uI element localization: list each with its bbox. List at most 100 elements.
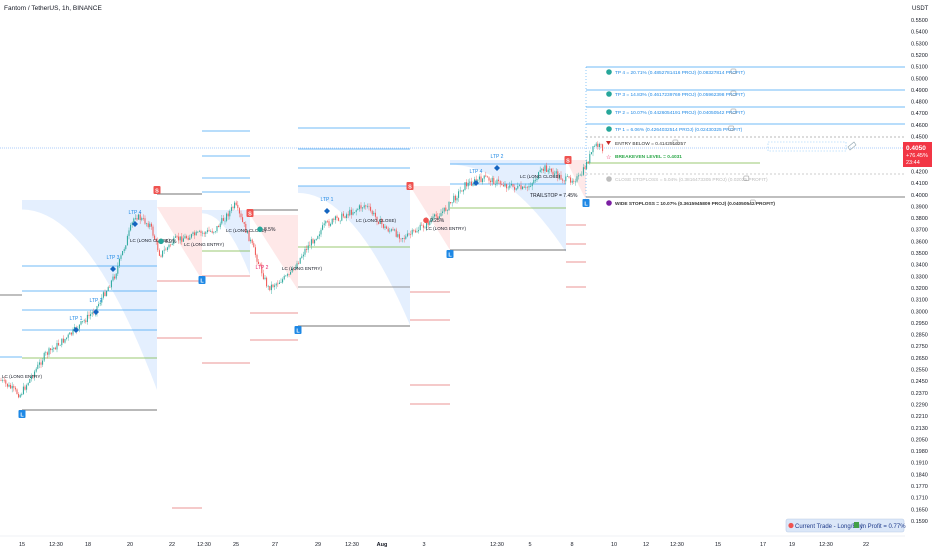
candle-body xyxy=(466,182,468,187)
candle-body xyxy=(213,231,215,233)
short-marker-letter: S xyxy=(155,189,159,195)
price-tick-label: 0.1710 xyxy=(911,496,928,502)
candle-body xyxy=(178,236,180,241)
result-dot xyxy=(257,226,263,233)
candle-body xyxy=(218,226,220,228)
price-badge-time: 23:44 xyxy=(906,160,920,166)
candle-body xyxy=(344,216,346,218)
candle-body xyxy=(69,332,71,335)
candle-body xyxy=(594,146,596,147)
candle-body xyxy=(434,214,436,217)
short-marker-letter: S xyxy=(566,159,570,165)
candle-body xyxy=(302,254,304,257)
candle-body xyxy=(454,195,456,201)
candle-body xyxy=(504,184,506,187)
price-tick-label: 0.3000 xyxy=(911,309,928,315)
candle-body xyxy=(250,239,252,242)
candle-body xyxy=(323,223,325,226)
candle-body xyxy=(354,212,356,213)
candle-body xyxy=(67,334,69,338)
price-badge-price: 0.4050 xyxy=(906,145,926,152)
candle-body xyxy=(307,245,309,250)
candle-body xyxy=(277,283,279,285)
candle-body xyxy=(576,176,578,182)
price-tick-label: 0.4200 xyxy=(911,169,928,175)
candle-body xyxy=(11,386,13,389)
candle-body xyxy=(232,207,234,209)
candle-body xyxy=(448,202,450,211)
candle-body xyxy=(530,186,532,187)
candle-body xyxy=(571,180,573,183)
candle-body xyxy=(106,290,108,296)
candle-body xyxy=(486,176,488,178)
candle-body xyxy=(501,184,503,185)
price-tick-label: 0.5100 xyxy=(911,65,928,71)
candle-body xyxy=(288,274,290,275)
footer-current-trade: Current Trade - Long/Buy xyxy=(795,524,863,530)
candle-body xyxy=(584,167,586,169)
candle-body xyxy=(442,211,444,213)
candle-body xyxy=(392,229,394,231)
lc-label: LC (LONG CLOSE) xyxy=(356,218,397,223)
pct-label: 6.9% xyxy=(165,239,177,245)
candle-body xyxy=(467,182,469,187)
candle-body xyxy=(587,161,589,163)
result-dot xyxy=(423,217,429,224)
price-tick-label: 0.2550 xyxy=(911,368,928,374)
price-badge: 0.4050 +76.45% 23:44 xyxy=(903,142,932,167)
candle-body xyxy=(10,384,12,389)
price-tick-label: 0.3600 xyxy=(911,239,928,245)
candle-body xyxy=(523,186,525,188)
candle-body xyxy=(494,184,496,185)
price-tick-label: 0.2850 xyxy=(911,333,928,339)
candle-body xyxy=(512,184,514,187)
candle-body xyxy=(461,190,463,192)
candle-body xyxy=(573,180,575,182)
candle-body xyxy=(272,284,274,287)
price-badge-change: +76.45% xyxy=(906,153,928,159)
candle-body xyxy=(483,175,485,179)
candle-body xyxy=(86,314,88,322)
candle-body xyxy=(502,185,504,187)
candle-body xyxy=(166,247,168,250)
chart-canvas[interactable]: SSSSLLLLLLTP 1LTP 2LTP 3LTP 4LTP 1LTP 4L… xyxy=(0,0,932,550)
candle-body xyxy=(242,217,244,222)
price-tick-label: 0.2130 xyxy=(911,426,928,432)
panel-row-dot xyxy=(606,109,612,115)
candle-body xyxy=(542,168,544,171)
ltp-label: LTP 2 xyxy=(491,154,504,160)
candle-body xyxy=(414,230,416,233)
candle-body xyxy=(122,251,124,256)
candle-body xyxy=(598,143,600,147)
candle-body xyxy=(544,165,546,171)
candle-body xyxy=(371,210,373,215)
candle-body xyxy=(88,314,90,316)
candle-body xyxy=(330,224,332,226)
candle-body xyxy=(107,287,109,291)
candle-body xyxy=(450,202,452,204)
candle-body xyxy=(590,152,592,154)
candle-body xyxy=(579,174,581,176)
candle-body xyxy=(56,343,58,350)
time-tick-label: Aug xyxy=(377,542,388,548)
candle-body xyxy=(37,364,39,369)
candle-body xyxy=(498,179,500,182)
footer-in-profit: In Profit = 0.77% xyxy=(861,524,906,530)
candle-body xyxy=(258,261,260,265)
candle-body xyxy=(224,220,226,222)
short-marker-letter: S xyxy=(408,185,412,191)
candle-body xyxy=(390,229,392,231)
candle-body xyxy=(416,231,418,233)
candle-body xyxy=(285,275,287,277)
candle-body xyxy=(205,232,207,234)
candle-body xyxy=(78,324,80,329)
candle-body xyxy=(152,226,154,236)
candle-body xyxy=(342,213,344,217)
price-tick-label: 0.2650 xyxy=(911,356,928,362)
candle-body xyxy=(110,280,112,288)
candle-body xyxy=(214,231,216,232)
candle-body xyxy=(19,395,21,398)
price-tick-label: 0.1770 xyxy=(911,484,928,490)
lc-label: LC (LONG ENTRY) xyxy=(2,374,42,379)
candle-body xyxy=(299,257,301,264)
